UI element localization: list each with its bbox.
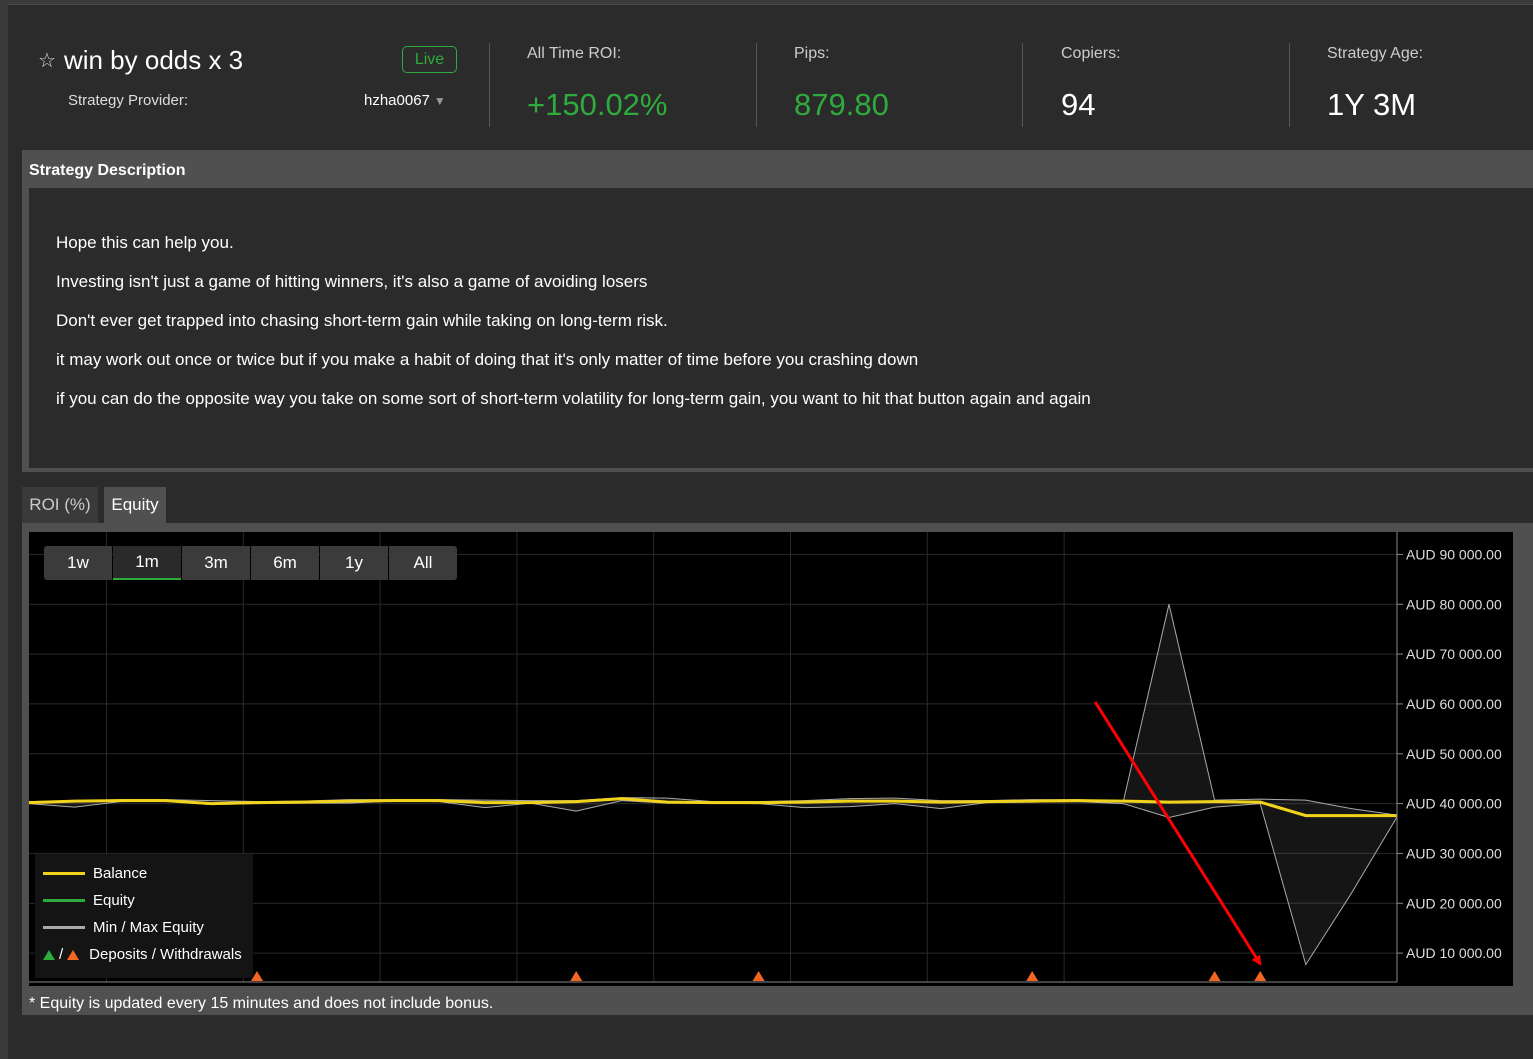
- range-button-all[interactable]: All: [389, 546, 457, 580]
- range-button-1w[interactable]: 1w: [44, 546, 112, 580]
- pips-label: Pips:: [794, 45, 830, 62]
- star-icon[interactable]: ☆: [38, 48, 56, 73]
- withdrawal-marker: [1254, 971, 1267, 981]
- equity-footnote: * Equity is updated every 15 minutes and…: [29, 995, 494, 1012]
- y-tick-label: AUD 40 000.00: [1406, 796, 1502, 812]
- divider: [489, 43, 490, 127]
- legend-balance-label: Balance: [93, 865, 148, 882]
- description-line: Investing isn't just a game of hitting w…: [56, 272, 648, 291]
- withdrawal-marker: [1208, 971, 1221, 981]
- y-tick-label: AUD 50 000.00: [1406, 746, 1502, 762]
- roi-label: All Time ROI:: [527, 45, 622, 62]
- y-tick-label: AUD 60 000.00: [1406, 696, 1502, 712]
- strategy-title: win by odds x 3: [63, 45, 244, 75]
- withdrawal-marker: [570, 971, 583, 981]
- legend-slash: /: [59, 946, 64, 963]
- description-body: Hope this can help you. Investing isn't …: [29, 188, 1533, 468]
- legend-minmax-label: Min / Max Equity: [93, 919, 204, 936]
- divider: [1289, 43, 1290, 127]
- legend-minmax-swatch: [43, 926, 85, 929]
- legend-balance-swatch: [43, 872, 85, 875]
- roi-value: +150.02%: [527, 87, 668, 122]
- withdrawal-triangle-icon: [67, 949, 80, 960]
- withdrawal-marker: [752, 971, 765, 981]
- legend-equity[interactable]: Equity: [43, 892, 135, 909]
- provider-name: hzha0067: [364, 92, 430, 109]
- chevron-down-icon: ▼: [433, 94, 446, 108]
- description-line: if you can do the opposite way you take …: [56, 389, 1091, 408]
- description-line: Don't ever get trapped into chasing shor…: [56, 311, 668, 330]
- provider-dropdown[interactable]: hzha0067 ▼: [364, 92, 446, 109]
- y-tick-label: AUD 10 000.00: [1406, 945, 1502, 961]
- range-button-3m[interactable]: 3m: [182, 546, 250, 580]
- divider: [756, 43, 757, 127]
- chart-legend: Balance Equity Min / Max Equity / Deposi…: [35, 854, 253, 978]
- y-tick-label: AUD 20 000.00: [1406, 895, 1502, 911]
- legend-deposits[interactable]: / Deposits / Withdrawals: [43, 946, 242, 963]
- age-value: 1Y 3M: [1327, 87, 1417, 122]
- description-line: Hope this can help you.: [56, 233, 234, 252]
- provider-label: Strategy Provider:: [68, 92, 189, 109]
- pips-value: 879.80: [794, 87, 889, 122]
- legend-equity-label: Equity: [93, 892, 135, 909]
- strategy-description: Strategy Description Hope this can help …: [22, 150, 1533, 472]
- copiers-value: 94: [1061, 87, 1096, 122]
- equity-chart: AUD 10 000.00 AUD 20 000.00 AUD 30 000.00 A…: [29, 532, 1513, 986]
- range-button-1y[interactable]: 1y: [320, 546, 388, 580]
- copiers-label: Copiers:: [1061, 45, 1121, 62]
- y-tick-label: AUD 80 000.00: [1406, 596, 1502, 612]
- age-label: Strategy Age:: [1327, 45, 1424, 62]
- deposit-triangle-icon: [43, 949, 55, 960]
- legend-balance[interactable]: Balance: [43, 865, 147, 882]
- description-line: it may work out once or twice but if you…: [56, 350, 919, 369]
- y-tick-label: AUD 90 000.00: [1406, 546, 1502, 562]
- strategy-header: ☆ win by odds x 3 Live Strategy Provider…: [8, 5, 1533, 145]
- tab-roi[interactable]: ROI (%): [22, 487, 98, 523]
- title-row: ☆ win by odds x 3: [38, 45, 243, 76]
- y-tick-label: AUD 70 000.00: [1406, 646, 1502, 662]
- divider: [1022, 43, 1023, 127]
- legend-deposits-label: Deposits / Withdrawals: [89, 946, 242, 963]
- range-selector: 1w 1m 3m 6m 1y All: [44, 546, 458, 580]
- range-button-6m[interactable]: 6m: [251, 546, 319, 580]
- legend-equity-swatch: [43, 899, 85, 902]
- range-button-1m[interactable]: 1m: [113, 546, 181, 580]
- status-badge: Live: [402, 46, 457, 73]
- withdrawal-marker: [1026, 971, 1039, 981]
- chart-panel: AUD 10 000.00 AUD 20 000.00 AUD 30 000.00 A…: [22, 523, 1533, 1015]
- description-title: Strategy Description: [29, 162, 186, 179]
- y-tick-label: AUD 30 000.00: [1406, 845, 1502, 861]
- strategy-panel: ☆ win by odds x 3 Live Strategy Provider…: [8, 4, 1533, 1059]
- tab-equity[interactable]: Equity: [104, 487, 166, 523]
- legend-minmax[interactable]: Min / Max Equity: [43, 919, 204, 936]
